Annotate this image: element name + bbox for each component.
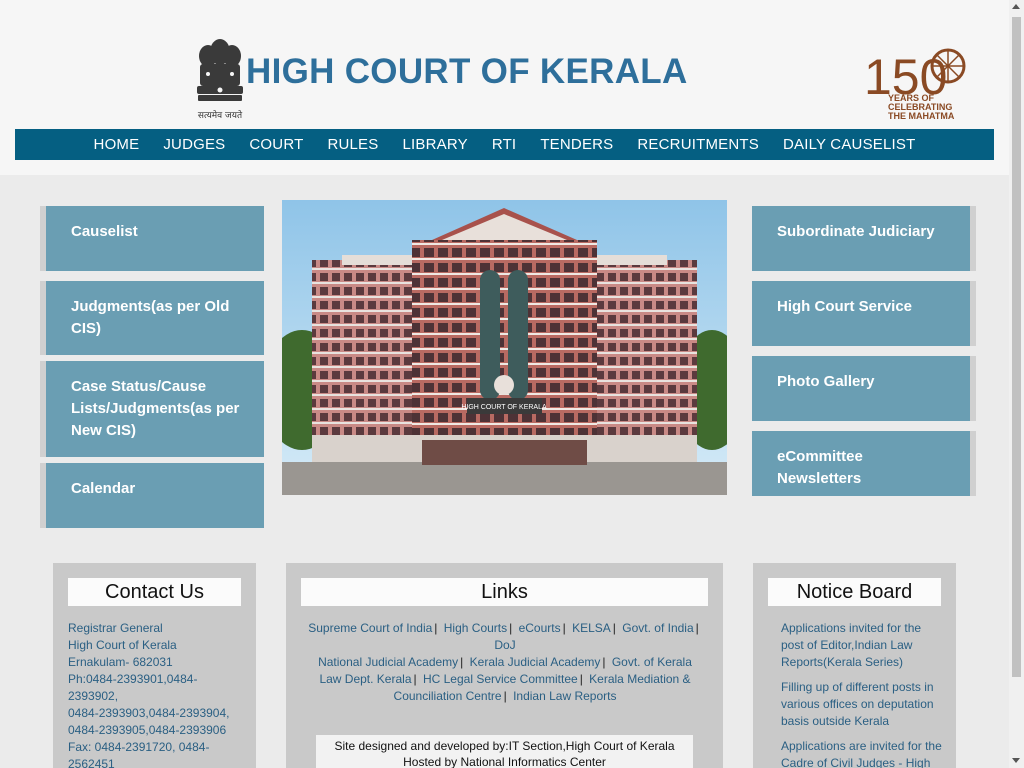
contact-details: Registrar General High Court of Kerala E… <box>68 620 243 768</box>
tile-subordinate-judiciary[interactable]: Subordinate Judiciary <box>752 206 976 271</box>
contact-line: 0484-2393903,0484-2393904, <box>68 706 230 720</box>
links-panel: Links Supreme Court of India | High Court… <box>286 563 723 768</box>
link-indian-law-reports[interactable]: Indian Law Reports <box>513 689 616 703</box>
links-row: Law Dept. Kerala | HC Legal Service Commi… <box>319 672 691 703</box>
notice-list: Applications invited for the post of Edi… <box>781 620 942 768</box>
link-supreme-court[interactable]: Supreme Court of India <box>308 621 432 635</box>
nav-tenders[interactable]: TENDERS <box>540 136 613 153</box>
contact-line: Ernakulam- 682031 <box>68 655 173 669</box>
tile-ecommittee-newsletters[interactable]: eCommittee Newsletters <box>752 431 976 496</box>
main-nav: HOME JUDGES COURT RULES LIBRARY RTI TEND… <box>15 129 994 160</box>
tile-judgments-old-cis[interactable]: Judgments(as per Old CIS) <box>40 281 264 355</box>
links-row: Supreme Court of India | High Courts | eCo… <box>308 621 699 652</box>
nav-judges[interactable]: JUDGES <box>163 136 225 153</box>
link-ecourts[interactable]: eCourts <box>519 621 561 635</box>
tile-label: Subordinate Judiciary <box>777 223 935 240</box>
notice-item[interactable]: Applications are invited for the Cadre o… <box>781 738 942 768</box>
contact-title: Contact Us <box>68 578 241 606</box>
emblem-motto: सत्यमेव जयते <box>197 111 243 121</box>
high-court-building-image: HIGH COURT OF KERALA <box>282 200 727 495</box>
credits-line: Hosted by National Informatics Center <box>403 755 606 768</box>
link-doj[interactable]: DoJ <box>494 638 515 652</box>
links-row: National Judicial Academy | Kerala Judici… <box>318 655 692 669</box>
tile-label: Causelist <box>71 223 138 240</box>
site-title[interactable]: HIGH COURT OF KERALA <box>246 52 688 92</box>
links-list: Supreme Court of India | High Courts | eCo… <box>306 620 704 705</box>
contact-line: Fax: 0484-2391720, 0484-2562451 <box>68 740 210 768</box>
nav-court[interactable]: COURT <box>249 136 303 153</box>
link-govt-india[interactable]: Govt. of India <box>622 621 693 635</box>
nav-home[interactable]: HOME <box>94 136 140 153</box>
link-high-courts[interactable]: High Courts <box>444 621 507 635</box>
contact-panel: Contact Us Registrar General High Court … <box>53 563 256 768</box>
tile-label: Judgments(as per Old CIS) <box>71 298 230 337</box>
logo-caption: YEARS OF CELEBRATING THE MAHATMA <box>888 94 968 121</box>
tile-label: Photo Gallery <box>777 373 875 390</box>
nav-recruitments[interactable]: RECRUITMENTS <box>637 136 759 153</box>
site-credits: Site designed and developed by:IT Sectio… <box>316 735 693 768</box>
tile-label: eCommittee Newsletters <box>777 448 863 487</box>
nav-rti[interactable]: RTI <box>492 136 517 153</box>
nav-library[interactable]: LIBRARY <box>402 136 467 153</box>
contact-line: 0484-2393905,0484-2393906 <box>68 723 227 737</box>
tile-photo-gallery[interactable]: Photo Gallery <box>752 356 976 421</box>
credits-line: Site designed and developed by:IT Sectio… <box>334 739 675 753</box>
link-kelsa[interactable]: KELSA <box>572 621 611 635</box>
tile-case-status-new-cis[interactable]: Case Status/Cause Lists/Judgments(as per… <box>40 361 264 457</box>
link-hc-legal-service[interactable]: HC Legal Service Committee <box>423 672 578 686</box>
notice-title: Notice Board <box>768 578 941 606</box>
nav-rules[interactable]: RULES <box>327 136 378 153</box>
links-title: Links <box>301 578 708 606</box>
contact-line: Ph:0484-2393901,0484-2393902, <box>68 672 198 703</box>
building-sign: HIGH COURT OF KERALA <box>461 404 547 411</box>
scroll-up-arrow-icon[interactable] <box>1012 4 1020 9</box>
scrollbar-thumb[interactable] <box>1012 17 1021 677</box>
notice-item[interactable]: Applications invited for the post of Edi… <box>781 620 942 671</box>
link-govt-kerala[interactable]: Govt. of Kerala <box>612 655 692 669</box>
logo-caption-line: THE MAHATMA <box>888 111 955 121</box>
contact-line: Registrar General <box>68 621 163 635</box>
tile-calendar[interactable]: Calendar <box>40 463 264 528</box>
tile-label: Case Status/Cause Lists/Judgments(as per… <box>71 378 240 439</box>
tile-causelist[interactable]: Causelist <box>40 206 264 271</box>
contact-line: High Court of Kerala <box>68 638 177 652</box>
tile-label: High Court Service <box>777 298 913 315</box>
scroll-down-arrow-icon[interactable] <box>1012 758 1020 763</box>
tile-label: Calendar <box>71 480 136 497</box>
notice-item[interactable]: Filling up of different posts in various… <box>781 679 942 730</box>
link-national-judicial-academy[interactable]: National Judicial Academy <box>318 655 458 669</box>
link-law-dept[interactable]: Law Dept. Kerala <box>319 672 411 686</box>
page-scrollbar[interactable] <box>1009 0 1024 768</box>
header: सत्यमेव जयते HIGH COURT OF KERALA 150 YE… <box>0 0 1009 175</box>
link-kerala-judicial-academy[interactable]: Kerala Judicial Academy <box>470 655 601 669</box>
nav-daily-causelist[interactable]: DAILY CAUSELIST <box>783 136 916 153</box>
tile-high-court-service[interactable]: High Court Service <box>752 281 976 346</box>
notice-panel: Notice Board Applications invited for th… <box>753 563 956 768</box>
